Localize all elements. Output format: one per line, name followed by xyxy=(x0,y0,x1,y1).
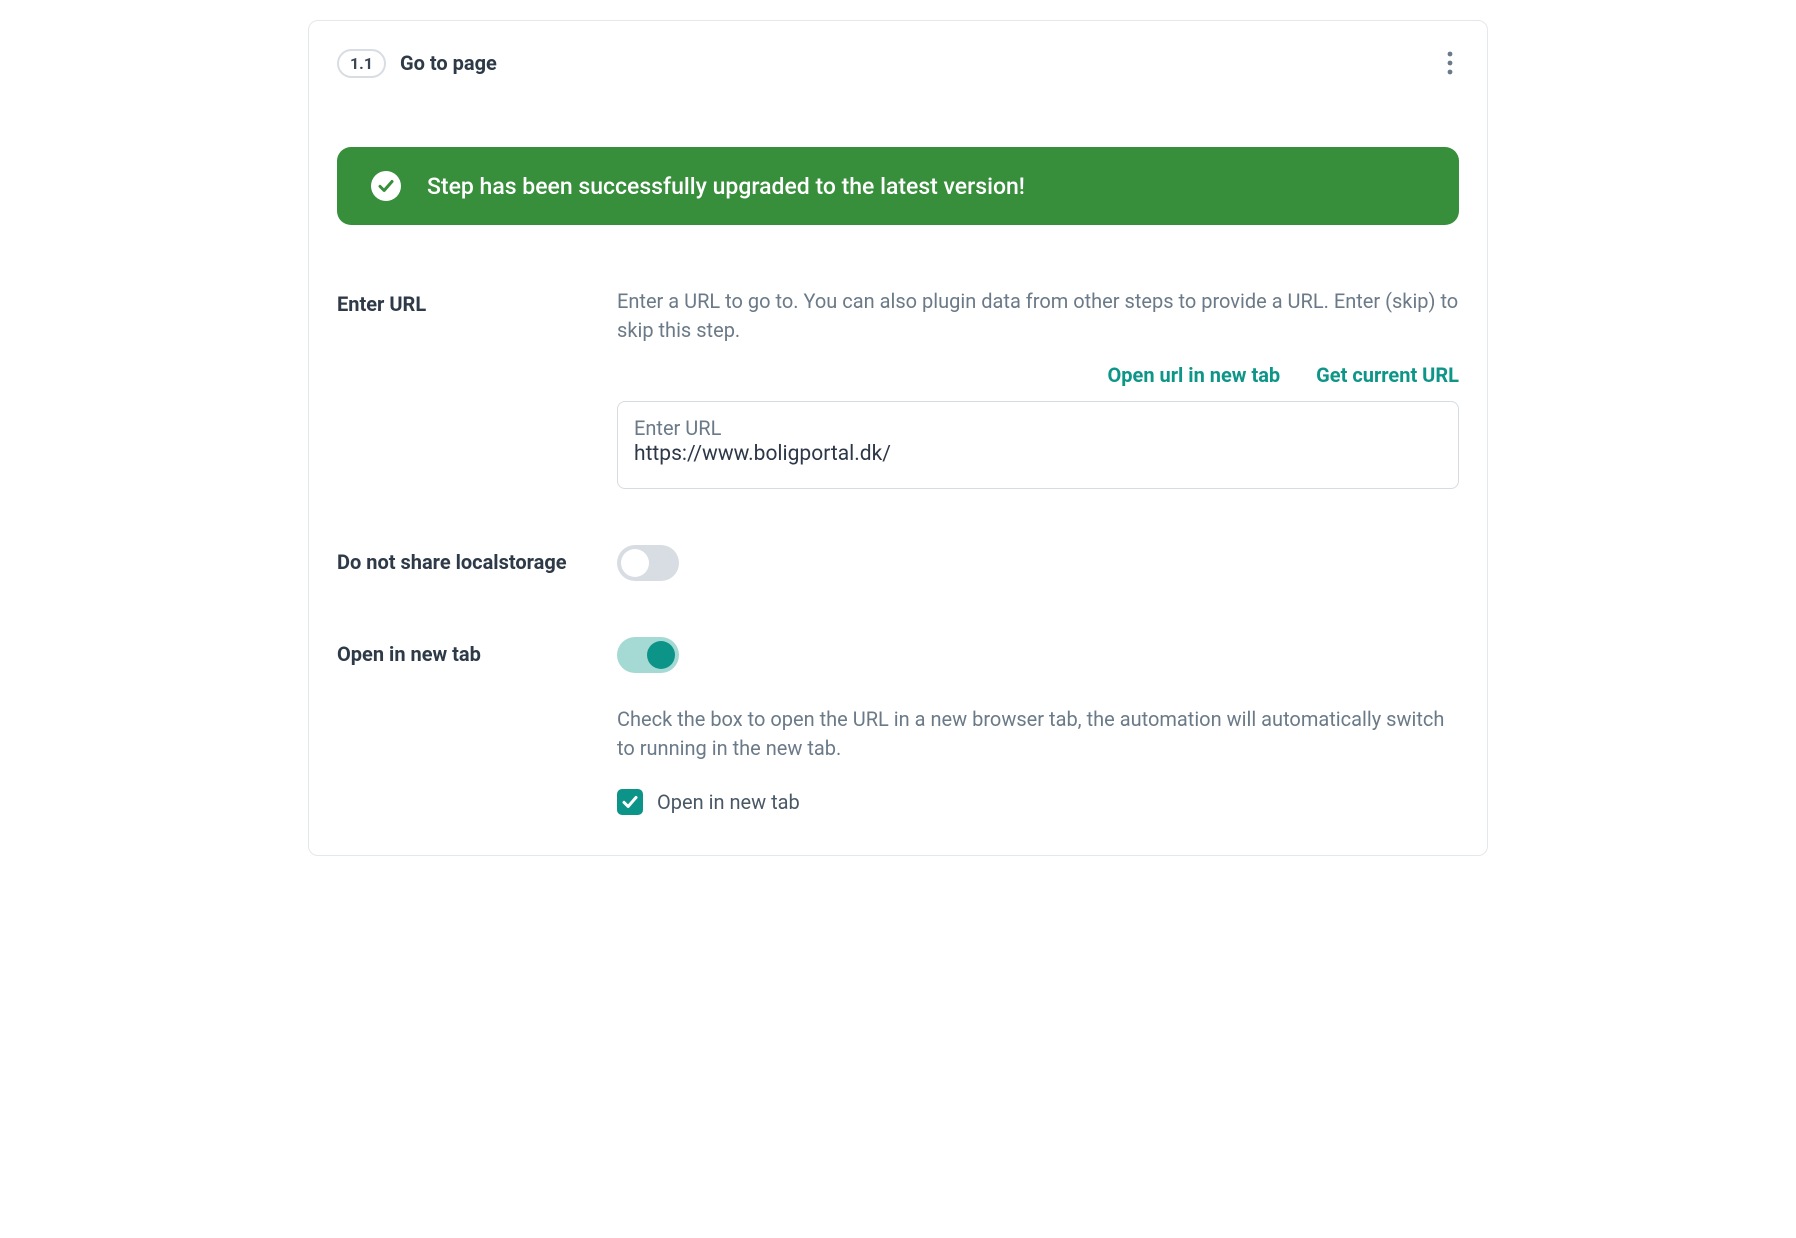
newtab-checkbox[interactable] xyxy=(617,789,643,815)
more-options-button[interactable] xyxy=(1441,45,1459,81)
newtab-label: Open in new tab xyxy=(337,637,587,669)
newtab-toggle[interactable] xyxy=(617,637,679,673)
step-number-badge: 1.1 xyxy=(337,49,386,78)
open-url-new-tab-link[interactable]: Open url in new tab xyxy=(1107,363,1280,387)
step-card: 1.1 Go to page Step has been successfull… xyxy=(308,20,1488,856)
url-input-container[interactable]: Enter URL xyxy=(617,401,1459,489)
newtab-content: Check the box to open the URL in a new b… xyxy=(617,637,1459,815)
localstorage-content xyxy=(617,545,1459,581)
url-content: Enter a URL to go to. You can also plugi… xyxy=(617,287,1459,489)
get-current-url-link[interactable]: Get current URL xyxy=(1316,363,1459,387)
newtab-checkbox-label: Open in new tab xyxy=(657,790,800,814)
newtab-row: Open in new tab Check the box to open th… xyxy=(337,637,1459,815)
url-input[interactable] xyxy=(634,442,1442,466)
step-title: Go to page xyxy=(400,51,497,75)
url-label: Enter URL xyxy=(337,287,587,319)
check-circle-icon xyxy=(371,171,401,201)
localstorage-toggle[interactable] xyxy=(617,545,679,581)
success-message: Step has been successfully upgraded to t… xyxy=(427,173,1025,200)
url-row: Enter URL Enter a URL to go to. You can … xyxy=(337,287,1459,489)
toggle-knob xyxy=(647,641,675,669)
card-header-left: 1.1 Go to page xyxy=(337,49,497,78)
success-banner: Step has been successfully upgraded to t… xyxy=(337,147,1459,225)
newtab-checkbox-row: Open in new tab xyxy=(617,789,1459,815)
url-input-floating-label: Enter URL xyxy=(634,416,1442,440)
url-help-text: Enter a URL to go to. You can also plugi… xyxy=(617,287,1459,345)
localstorage-row: Do not share localstorage xyxy=(337,545,1459,581)
newtab-help-text: Check the box to open the URL in a new b… xyxy=(617,705,1459,763)
more-vertical-icon xyxy=(1447,51,1453,75)
check-icon xyxy=(621,793,639,811)
toggle-knob xyxy=(621,549,649,577)
card-header: 1.1 Go to page xyxy=(337,45,1459,81)
localstorage-label: Do not share localstorage xyxy=(337,545,587,577)
url-link-row: Open url in new tab Get current URL xyxy=(617,363,1459,387)
